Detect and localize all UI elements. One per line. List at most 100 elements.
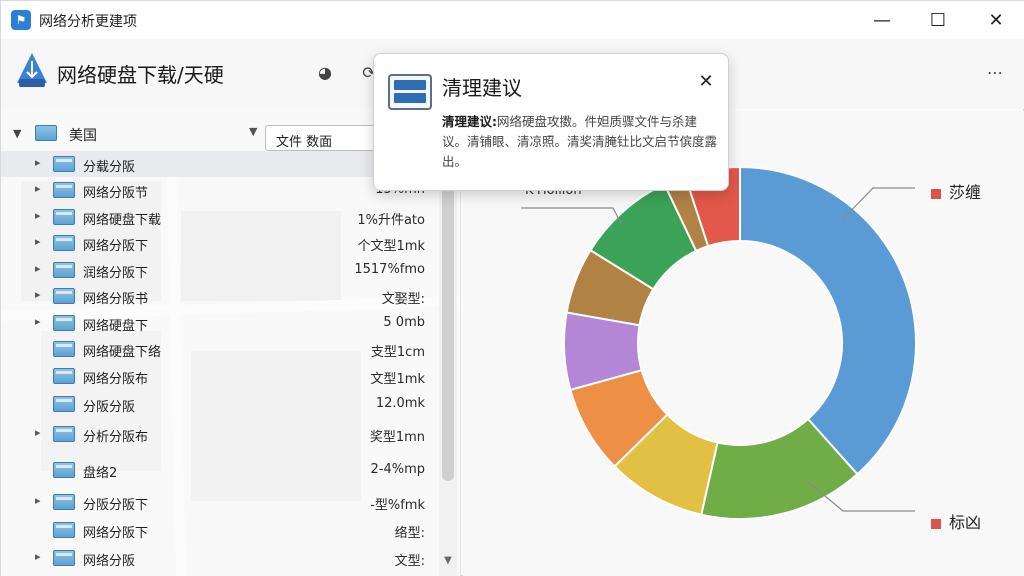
folder-row[interactable]: ▸ 网络分阪书 文娶型:	[1, 283, 451, 309]
folder-icon	[53, 182, 75, 198]
popup-body-bold: 清理建议:	[442, 114, 497, 129]
folder-row[interactable]: 网络分阪布 文型1mk	[1, 363, 451, 389]
expand-arrow-icon[interactable]: ▸	[35, 426, 41, 439]
folder-name: 网络分阪节	[83, 186, 149, 201]
folder-row[interactable]: ▸ 网络硬盘下 5 0mb	[1, 310, 451, 336]
popup-title: 清理建议	[442, 76, 522, 100]
folder-icon	[53, 315, 75, 331]
legend-label-top: 莎缠	[949, 183, 982, 202]
folder-icon	[53, 368, 75, 384]
folder-icon	[53, 209, 75, 225]
expand-arrow-icon[interactable]: ▸	[35, 550, 41, 563]
folder-row[interactable]: 分阪分阪 12.0mk	[1, 391, 451, 417]
folder-icon	[53, 262, 75, 278]
expand-arrow-icon[interactable]: ▸	[35, 209, 41, 222]
folder-name: 分阪分阪	[83, 400, 136, 415]
legend-item-bottom: 标凶	[931, 509, 981, 533]
folder-size: 奖型1mn	[369, 430, 425, 445]
scroll-thumb[interactable]	[442, 151, 454, 481]
folder-name: 分载分阪	[83, 160, 136, 175]
folder-icon	[35, 125, 57, 141]
storage-icon	[388, 74, 432, 110]
donut-slice[interactable]	[739, 165, 917, 476]
expand-arrow-icon[interactable]: ▸	[35, 262, 41, 275]
expand-arrow-icon[interactable]: ▸	[35, 315, 41, 328]
folder-row[interactable]: ▸ 分阪分阪下 -型%fmk	[1, 489, 451, 515]
close-icon[interactable]: ✕	[967, 1, 1024, 39]
folder-icon	[53, 494, 75, 510]
scroll-down-icon[interactable]: ▼	[441, 555, 455, 569]
title-bar: ⚑ 网络分析更建项 — ☐ ✕	[1, 1, 1024, 39]
folder-icon	[53, 550, 75, 566]
folder-name: 网络分阪下	[83, 239, 149, 254]
folder-name: 网络分阪下	[83, 526, 149, 541]
expand-arrow-icon[interactable]: ▸	[35, 182, 41, 195]
cleanup-suggestion-popup: 清理建议 ✕ 清理建议:网络硬盘攻擞。件妲质骤文件与杀建议。清铺眼、清凉照。清奖…	[373, 53, 729, 191]
folder-row[interactable]: ▸ 网络硬盘下载 1%升件ato	[1, 204, 451, 230]
pin-icon[interactable]: ◕	[313, 61, 337, 85]
sort-select-value: 文件 数面	[276, 135, 333, 150]
folder-size: -型%fmk	[370, 498, 425, 513]
maximize-icon[interactable]: ☐	[909, 1, 967, 39]
folder-name: 网络硬盘下络	[83, 345, 162, 360]
close-icon[interactable]: ✕	[694, 70, 718, 94]
folder-size: 文娶型:	[381, 292, 425, 307]
folder-name: 网络分阪	[83, 554, 136, 569]
app-icon: ⚑	[11, 10, 31, 30]
window-title: 网络分析更建项	[39, 14, 137, 30]
folder-size: 个文型1mk	[357, 239, 425, 254]
folder-row[interactable]: 网络硬盘下络 支型1cm	[1, 336, 451, 362]
app-window: ⚑ 网络分析更建项 — ☐ ✕ 网络硬盘下载/天硬 ◕ ⟳ ⋯ ▼ 美国 ▼ 文…	[0, 0, 1024, 576]
legend-label-bottom: 标凶	[949, 513, 982, 532]
folder-icon	[53, 156, 75, 172]
root-label: 美国	[69, 128, 97, 144]
folder-size: 支型1cm	[370, 345, 425, 360]
folder-name: 分析分阪布	[83, 430, 149, 445]
app-name: 网络硬盘下载/天硬	[57, 63, 224, 87]
popup-body: 清理建议:网络硬盘攻擞。件妲质骤文件与杀建议。清铺眼、清凉照。清奖清腌钍比文启节…	[442, 112, 718, 172]
expand-arrow-icon[interactable]: ▸	[35, 494, 41, 507]
legend-swatch	[931, 188, 941, 199]
folder-name: 网络分阪布	[83, 372, 149, 387]
folder-icon	[53, 288, 75, 304]
leader-line-annotation	[521, 207, 622, 224]
folder-row[interactable]: ▸ 润络分阪下 1517%fmo	[1, 257, 451, 283]
more-icon[interactable]: ⋯	[983, 61, 1007, 85]
folder-row[interactable]: 网络分阪下 络型:	[1, 517, 451, 543]
folder-icon	[53, 522, 75, 538]
folder-icon	[53, 341, 75, 357]
folder-size: 1517%fmo	[354, 262, 425, 277]
legend-item-top: 莎缠	[931, 179, 981, 203]
scrollbar[interactable]: ▼	[439, 151, 457, 576]
folder-row[interactable]: 盘络2 2-4%mp	[1, 457, 451, 483]
sort-select[interactable]: 文件 数面	[265, 125, 385, 151]
folder-icon	[53, 235, 75, 251]
expand-arrow-icon[interactable]: ▼	[13, 127, 21, 140]
expand-arrow-icon[interactable]: ▸	[35, 288, 41, 301]
disk-logo-icon	[17, 53, 47, 87]
folder-icon	[53, 462, 75, 478]
folder-name: 网络硬盘下载	[83, 213, 162, 228]
folder-size: 2-4%mp	[370, 462, 425, 477]
folder-size: 文型1mk	[370, 372, 425, 387]
folder-name: 网络分阪书	[83, 292, 149, 307]
folder-size: 5 0mb	[383, 315, 425, 330]
expand-arrow-icon[interactable]: ▸	[35, 156, 41, 169]
folder-name: 润络分阪下	[83, 266, 149, 281]
folder-row[interactable]: ▸ 分析分阪布 奖型1mn	[1, 421, 451, 447]
chevron-down-icon[interactable]: ▼	[249, 125, 257, 138]
expand-arrow-icon[interactable]: ▸	[35, 235, 41, 248]
folder-name: 分阪分阪下	[83, 498, 149, 513]
folder-icon	[53, 396, 75, 412]
legend-swatch	[931, 518, 941, 529]
folder-name: 盘络2	[83, 466, 118, 481]
folder-name: 网络硬盘下	[83, 319, 149, 334]
folder-size: 文型:	[394, 554, 425, 569]
minimize-icon[interactable]: —	[853, 1, 911, 39]
folder-row[interactable]: ▸ 网络分阪 文型:	[1, 545, 451, 571]
folder-size: 络型:	[394, 526, 425, 541]
folder-row[interactable]: ▸ 网络分阪下 个文型1mk	[1, 230, 451, 256]
folder-size: 1%升件ato	[357, 213, 425, 228]
folder-size: 12.0mk	[375, 396, 425, 411]
folder-icon	[53, 426, 75, 442]
